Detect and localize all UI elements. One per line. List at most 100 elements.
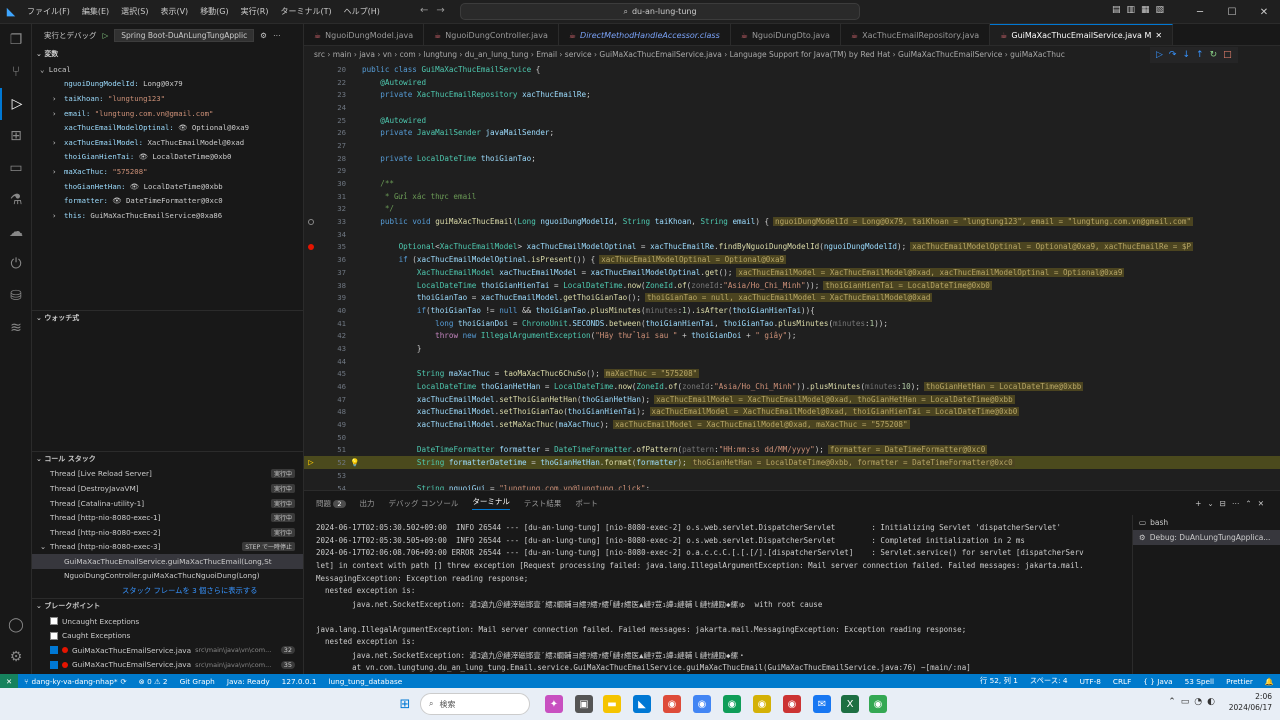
vscode-taskbar-icon[interactable]: ◣ [633, 695, 651, 713]
more-frames-link[interactable]: スタック フレームを 3 個さらに表示する [32, 583, 303, 598]
run-debug-icon[interactable]: ▷ [0, 88, 32, 120]
variable-row[interactable]: › this: GuiMaXacThucEmailService@0xa86 [32, 208, 303, 223]
indentation-status[interactable]: スペース: 4 [1024, 676, 1074, 686]
variable-row[interactable]: › xacThucEmailModel: XacThucEmailModel@0x… [32, 135, 303, 150]
panel-actions[interactable]: +⌄⊟⋯⌃✕ [1195, 499, 1280, 508]
excel-icon[interactable]: X [841, 695, 859, 713]
breakpoint-row[interactable]: GuiMaXacThucEmailService.java src\main\ja… [32, 643, 303, 658]
panel-tab[interactable]: ポート [575, 498, 598, 509]
menu-item[interactable]: 編集(E) [77, 4, 114, 19]
code-line[interactable]: 50 [304, 431, 1280, 444]
variable-row[interactable]: › taiKhoan: "lungtung123" [32, 91, 303, 106]
code-line[interactable]: 22 @Autowired [304, 76, 1280, 89]
prettier-status[interactable]: Prettier [1220, 677, 1259, 686]
watch-section[interactable]: ⌄ ウォッチ式 [32, 309, 303, 326]
code-line[interactable]: 36 if (xacThucEmailModelOptinal.isPresen… [304, 253, 1280, 266]
menu-item[interactable]: ファイル(F) [22, 4, 75, 19]
terminal-output[interactable]: 2024-06-17T02:05:30.502+09:00 INFO 26544… [316, 523, 1126, 688]
source-control-icon[interactable]: ⑂ [0, 56, 32, 88]
breakpoint-row[interactable]: Uncaught Exceptions [32, 614, 303, 629]
variables-section[interactable]: ⌄ 変数 [32, 46, 303, 62]
code-line[interactable]: 37 XacThucEmailModel xacThucEmailModel =… [304, 266, 1280, 279]
gutter-marker[interactable] [304, 243, 318, 250]
chrome-icon[interactable]: ◉ [663, 695, 681, 713]
code-line[interactable]: 26 private JavaMailSender javaMailSender… [304, 126, 1280, 139]
local-scope[interactable]: ⌄ Local [32, 62, 303, 77]
more-icon[interactable]: ⋯ [273, 31, 281, 40]
bell-icon[interactable]: 🔔 [1259, 677, 1280, 686]
remote-explorer-icon[interactable]: ▭ [0, 152, 32, 184]
system-tray-icons[interactable]: ⌃▭◔◐ [1168, 697, 1220, 707]
code-line[interactable]: ▷ 52 💡 String formatterDatetime = thoGianH… [304, 456, 1280, 469]
chrome-profile-5-icon[interactable]: ◉ [869, 695, 887, 713]
taskbar-clock[interactable]: 2:06 2024/06/17 [1229, 691, 1272, 713]
code-line[interactable]: 20 public class GuiMaXacThucEmailService … [304, 63, 1280, 76]
variable-row[interactable]: nguoiDungModelId: Long@0x79 [32, 77, 303, 92]
code-line[interactable]: 28 private LocalDateTime thoiGianTao; [304, 152, 1280, 165]
code-line[interactable]: 49 xacThucEmailModel.setMaXacThuc(maXacT… [304, 418, 1280, 431]
code-line[interactable]: 46 LocalDateTime thoGianHetHan = LocalDa… [304, 380, 1280, 393]
ip-status[interactable]: 127.0.0.1 [276, 677, 323, 686]
step-over-icon[interactable]: ↷ [1169, 50, 1177, 60]
command-center[interactable]: ⌕ du-an-lung-tung [460, 3, 860, 20]
layout-icons[interactable]: ▤▥▦▧ [1112, 5, 1170, 15]
stack-frame-row[interactable]: NguoiDungController.guiMaXacThucNguoiDun… [32, 569, 303, 584]
docker-icon[interactable]: ☁ [0, 216, 32, 248]
variable-row[interactable]: thoGianHetHan: 👁 LocalDateTime@0xbb [32, 179, 303, 194]
thread-row[interactable]: Thread [Live Reload Server] 実行中 [32, 467, 303, 482]
code-line[interactable]: 47 xacThucEmailModel.setThoiGianHetHan(t… [304, 393, 1280, 406]
start-debug-icon[interactable]: ▷ [103, 31, 109, 40]
menu-item[interactable]: 実行(R) [236, 4, 274, 19]
editor-tab[interactable]: ☕ NguoiDungController.java [424, 24, 559, 45]
copilot-icon[interactable]: ✦ [545, 695, 563, 713]
maximize-icon[interactable]: ☐ [1216, 0, 1248, 24]
code-editor[interactable]: 20 public class GuiMaXacThucEmailService … [304, 63, 1280, 490]
code-line[interactable]: 54 String nguoiGui = "lungtung.com.vn@lu… [304, 482, 1280, 490]
variable-row[interactable]: xacThucEmailModelOptinal: 👁 Optional@0xa… [32, 120, 303, 135]
file-explorer-icon[interactable]: ▬ [603, 695, 621, 713]
breakpoint-dot-icon[interactable] [308, 243, 314, 250]
code-line[interactable]: 32 */ [304, 203, 1280, 216]
code-line[interactable]: 42 throw new IllegalArgumentException("H… [304, 329, 1280, 342]
code-line[interactable]: 44 [304, 355, 1280, 368]
restart-icon[interactable]: ↻ [1210, 50, 1218, 60]
breakpoint-checkbox[interactable] [50, 660, 58, 669]
nav-arrows[interactable]: ←→ [420, 5, 453, 16]
spell-status[interactable]: 53 Spell [1179, 677, 1220, 686]
task-view-icon[interactable]: ▣ [575, 695, 593, 713]
continue-icon[interactable]: ▷ [1156, 50, 1163, 60]
code-line[interactable]: 39 thoiGianTao = xacThucEmailModel.getTh… [304, 291, 1280, 304]
gutter-marker[interactable]: ▷ [304, 458, 318, 468]
editor-tab[interactable]: ☕ NguoiDungDto.java [731, 24, 841, 45]
breakpoints-section[interactable]: ⌄ ブレークポイント [32, 597, 303, 614]
settings-gear-icon[interactable]: ⚙ [0, 641, 32, 673]
breakpoint-row[interactable]: GuiMaXacThucEmailService.java src\main\ja… [32, 658, 303, 673]
code-line[interactable]: 35 Optional<XacThucEmailModel> xacThucEm… [304, 241, 1280, 254]
chrome-profile-icon[interactable]: ◉ [693, 695, 711, 713]
extensions-icon[interactable]: ⊞ [0, 120, 32, 152]
problems-status[interactable]: ⊗ 0 ⚠ 2 [133, 677, 174, 686]
stack-frame-row[interactable]: GuiMaXacThucEmailService.guiMaXacThucEma… [32, 554, 303, 569]
code-line[interactable]: 23 private XacThucEmailRepository xacThu… [304, 88, 1280, 101]
explorer-icon[interactable]: ❐ [0, 24, 32, 56]
account-icon[interactable]: ◯ [0, 609, 32, 641]
code-line[interactable]: 43 } [304, 342, 1280, 355]
code-line[interactable]: 45 String maXacThuc = taoMaXacThuc6ChuSo… [304, 368, 1280, 381]
debug-config-select[interactable]: Spring Boot-DuAnLungTungApplic [114, 28, 255, 42]
spring-icon[interactable]: ⏻ [0, 248, 32, 280]
breakpoint-checkbox[interactable] [50, 646, 58, 655]
minimize-icon[interactable]: ─ [1184, 0, 1216, 24]
variable-row[interactable]: › maXacThuc: "575208" [32, 164, 303, 179]
thread-row[interactable]: Thread [http-nio-8080-exec-2] 実行中 [32, 525, 303, 540]
java-status[interactable]: Java: Ready [221, 677, 276, 686]
menu-item[interactable]: ヘルプ(H) [339, 4, 385, 19]
variable-row[interactable]: thoiGianHienTai: 👁 LocalDateTime@0xb0 [32, 150, 303, 165]
cursor-position[interactable]: 行 52, 列 1 [974, 676, 1024, 686]
database-icon[interactable]: ⛁ [0, 280, 32, 312]
thread-row[interactable]: ⌄ Thread [http-nio-8080-exec-3] STEP で一時停止 [32, 540, 303, 555]
chrome-profile-4-icon[interactable]: ◉ [783, 695, 801, 713]
gear-icon[interactable]: ⚙ [260, 31, 267, 40]
encoding-status[interactable]: UTF-8 [1074, 677, 1107, 686]
panel-tab[interactable]: 問題 2 [316, 498, 346, 509]
editor-tab[interactable]: ☕ NguoiDungModel.java [304, 24, 425, 45]
